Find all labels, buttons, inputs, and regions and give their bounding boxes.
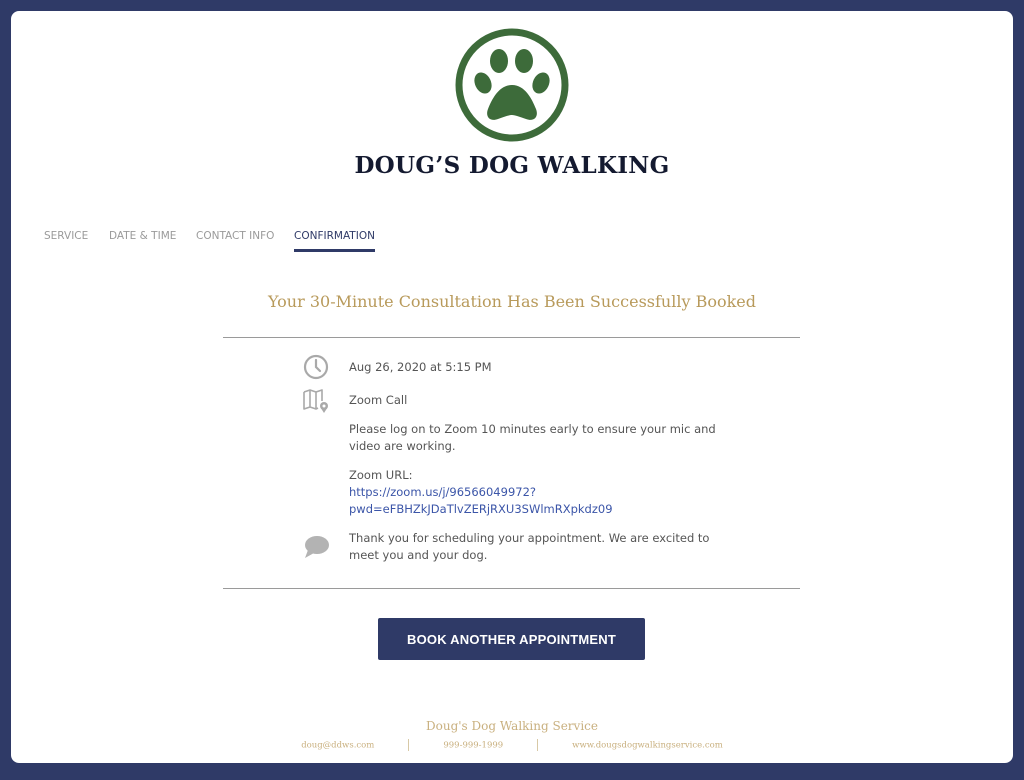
zoom-url-line2[interactable]: pwd=eFBHZkJDaTlvZERjRXU3SWlmRXpkdz09: [349, 502, 613, 516]
tab-date-time[interactable]: DATE & TIME: [109, 230, 176, 242]
footer-phone-link[interactable]: 999-999-1999: [443, 741, 503, 751]
top-divider: [223, 337, 800, 338]
footer-email-link[interactable]: doug@ddws.com: [301, 741, 374, 751]
zoom-url-label: Zoom URL:: [349, 468, 413, 482]
tab-confirmation[interactable]: CONFIRMATION: [294, 230, 375, 252]
bottom-divider: [223, 588, 800, 589]
footer-separator: [408, 739, 410, 751]
paw-print-icon: [455, 28, 569, 142]
book-another-appointment-button[interactable]: BOOK ANOTHER APPOINTMENT: [378, 618, 645, 660]
clock-icon: [303, 354, 329, 380]
zoom-instructions: Please log on to Zoom 10 minutes early t…: [349, 422, 716, 453]
appointment-location: Zoom Call: [349, 393, 408, 407]
chat-bubble-icon: [305, 536, 329, 558]
zoom-url-link[interactable]: https://zoom.us/j/96566049972? pwd=eFBHZ…: [349, 484, 729, 518]
zoom-url-line1[interactable]: https://zoom.us/j/96566049972?: [349, 485, 536, 499]
footer-separator: [537, 739, 539, 751]
thank-you-message: Thank you for scheduling your appointmen…: [349, 531, 710, 562]
appointment-datetime: Aug 26, 2020 at 5:15 PM: [349, 360, 492, 374]
confirmation-title: Your 30-Minute Consultation Has Been Suc…: [267, 292, 757, 311]
tab-contact-info[interactable]: CONTACT INFO: [196, 230, 274, 242]
map-pin-icon: [303, 389, 328, 413]
brand-name: DOUG’S DOG WALKING: [354, 152, 670, 179]
tab-service[interactable]: SERVICE: [44, 230, 88, 242]
footer-website-link[interactable]: www.dougsdogwalkingservice.com: [572, 741, 723, 751]
footer-contact: doug@ddws.com 999-999-1999 www.dougsdogwal…: [0, 739, 1024, 751]
footer-business-name: Doug's Dog Walking Service: [426, 719, 598, 733]
